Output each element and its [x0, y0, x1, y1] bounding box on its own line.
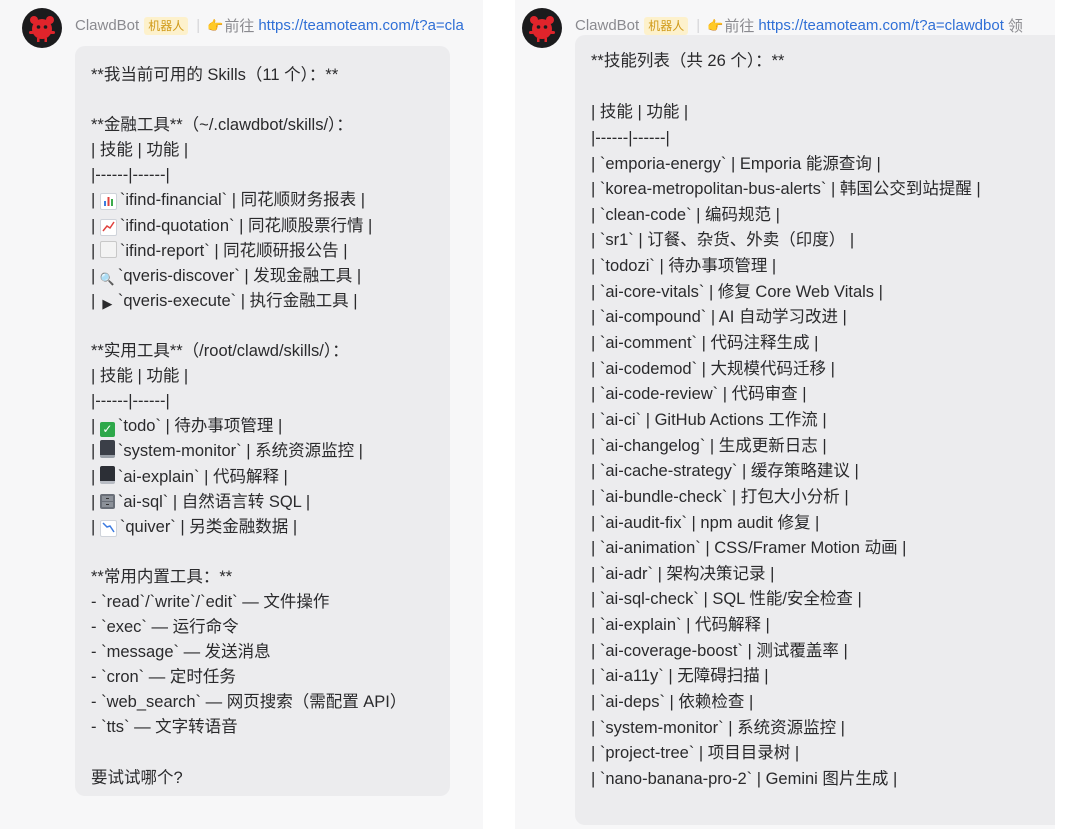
utility-heading: **实用工具**（/root/clawd/skills/）： — [91, 342, 349, 361]
table-row: | `project-tree` | 项目目录树 | — [591, 744, 800, 763]
message-bubble: **技能列表（共 26 个）：** | 技能 | 功能 | |------|--… — [575, 35, 1055, 825]
table-row: | `todozi` | 待办事项管理 | — [591, 257, 777, 276]
right-chat-panel: ClawdBot 机器人 | 👉 前往 https://teamoteam.co… — [515, 0, 1055, 829]
message-bubble: **我当前可用的 Skills（11 个）：** **金融工具**（~/.cla… — [75, 46, 450, 796]
list-item: | ✓ `todo` | 待办事项管理 | — [91, 417, 283, 438]
list-item: - `read`/`write`/`edit` — 文件操作 — [91, 592, 330, 611]
table-row: | `ai-adr` | 架构决策记录 | — [591, 564, 775, 583]
message-text: **我当前可用的 Skills（11 个）：** **金融工具**（~/.cla… — [91, 63, 406, 791]
pointing-hand-icon: 👉 — [207, 17, 224, 33]
list-item: | ▶ `qveris-execute` | 执行金融工具 | — [91, 291, 358, 311]
laptop-icon — [99, 465, 115, 484]
check-icon: ✓ — [99, 422, 115, 438]
table-header: | 技能 | 功能 | — [91, 141, 189, 160]
closing-question: 要试试哪个? — [91, 768, 183, 787]
list-item: | `ai-sql` | 自然语言转 SQL | — [91, 492, 311, 511]
line-chart-icon — [99, 218, 117, 236]
table-row: | `ai-sql-check` | SQL 性能/安全检查 | — [591, 590, 862, 609]
table-row: | `ai-codemod` | 大规模代码迁移 | — [591, 359, 835, 378]
list-item: - `tts` — 文字转语音 — [91, 718, 238, 737]
message-text: **技能列表（共 26 个）：** | 技能 | 功能 | |------|--… — [591, 49, 981, 793]
finance-heading: **金融工具**（~/.clawdbot/skills/）： — [91, 116, 353, 135]
table-row: | `ai-bundle-check` | 打包大小分析 | — [591, 487, 849, 506]
table-row: | `ai-cache-strategy` | 缓存策略建议 | — [591, 462, 859, 481]
message-header: ClawdBot 机器人 | 👉 前往 https://teamoteam.co… — [575, 15, 1023, 36]
list-item: | 🔍 `qveris-discover` | 发现金融工具 | — [91, 266, 362, 286]
table-row: | `ai-compound` | AI 自动学习改进 | — [591, 308, 847, 327]
table-row: | `ai-deps` | 依赖检查 | — [591, 693, 754, 712]
list-item: | `ifind-financial` | 同花顺财务报表 | — [91, 191, 365, 211]
table-separator: |------|------| — [591, 128, 670, 147]
down-chart-icon — [99, 519, 117, 537]
crab-bot-icon — [529, 16, 555, 42]
list-item: | `ifind-quotation` | 同花顺股票行情 | — [91, 216, 373, 236]
list-item: - `message` — 发送消息 — [91, 643, 271, 662]
bot-name[interactable]: ClawdBot — [75, 17, 139, 34]
table-row: | `nano-banana-pro-2` | Gemini 图片生成 | — [591, 769, 898, 788]
header-divider: | — [196, 17, 201, 34]
bot-link[interactable]: https://teamoteam.com/t?a=cla — [258, 17, 464, 34]
table-row: | `ai-ci` | GitHub Actions 工作流 | — [591, 410, 827, 429]
skills-title: **我当前可用的 Skills（11 个）：** — [91, 66, 339, 84]
table-row: | `ai-a11y` | 无障碍扫描 | — [591, 667, 769, 686]
table-row: | `clean-code` | 编码规范 | — [591, 205, 780, 224]
goto-label: 前往 — [724, 18, 755, 35]
table-row: | `ai-coverage-boost` | 测试覆盖率 | — [591, 641, 848, 660]
list-item: - `exec` — 运行命令 — [91, 618, 239, 637]
table-row: | `ai-core-vitals` | 修复 Core Web Vitals … — [591, 282, 883, 301]
table-header: | 技能 | 功能 | — [91, 367, 189, 386]
table-row: | `ai-changelog` | 生成更新日志 | — [591, 436, 827, 455]
table-row: | `korea-metropolitan-bus-alerts` | 韩国公交… — [591, 180, 981, 199]
bot-badge: 机器人 — [144, 16, 189, 35]
list-item: - `cron` — 定时任务 — [91, 668, 236, 687]
crab-bot-icon — [29, 16, 55, 42]
bot-badge: 机器人 — [644, 16, 689, 35]
pointing-hand-icon: 👉 — [707, 17, 724, 33]
document-icon — [99, 240, 117, 258]
bot-name[interactable]: ClawdBot — [575, 17, 639, 34]
cabinet-icon — [99, 493, 115, 509]
header-extra-text: 领 — [1007, 18, 1023, 35]
table-separator: |------|------| — [91, 392, 170, 411]
table-row: | `ai-comment` | 代码注释生成 | — [591, 334, 819, 353]
monitor-icon — [99, 440, 115, 459]
list-item: | `ifind-report` | 同花顺研报公告 | — [91, 240, 348, 260]
magnifier-icon: 🔍 — [99, 271, 115, 286]
bot-avatar[interactable] — [22, 8, 62, 48]
table-row: | `emporia-energy` | Emporia 能源查询 | — [591, 154, 881, 173]
list-item: - `web_search` — 网页搜索（需配置 API） — [91, 693, 407, 712]
header-divider: | — [696, 17, 701, 34]
left-chat-panel: ClawdBot 机器人 | 👉 前往 https://teamoteam.co… — [0, 0, 483, 829]
bot-link[interactable]: https://teamoteam.com/t?a=clawdbot — [758, 17, 1004, 34]
bot-avatar[interactable] — [522, 8, 562, 48]
list-item: | `quiver` | 另类金融数据 | — [91, 517, 298, 537]
builtin-heading: **常用内置工具：** — [91, 567, 233, 586]
message-header: ClawdBot 机器人 | 👉 前往 https://teamoteam.co… — [75, 15, 464, 36]
goto-label: 前往 — [224, 18, 255, 35]
table-row: | `sr1` | 订餐、杂货、外卖（印度） | — [591, 231, 855, 250]
list-item: | `ai-explain` | 代码解释 | — [91, 465, 288, 486]
table-row: | `ai-code-review` | 代码审查 | — [591, 385, 807, 404]
table-row: | `system-monitor` | 系统资源监控 | — [591, 718, 845, 737]
table-row: | `ai-animation` | CSS/Framer Motion 动画 … — [591, 539, 907, 558]
table-header: | 技能 | 功能 | — [591, 103, 689, 122]
table-row: | `ai-audit-fix` | npm audit 修复 | — [591, 513, 820, 532]
bar-chart-icon — [99, 193, 117, 211]
skills-title: **技能列表（共 26 个）：** — [591, 52, 785, 70]
list-item: | `system-monitor` | 系统资源监控 | — [91, 440, 363, 461]
table-separator: |------|------| — [91, 166, 170, 185]
play-icon: ▶ — [102, 295, 113, 311]
table-row: | `ai-explain` | 代码解释 | — [591, 616, 770, 635]
